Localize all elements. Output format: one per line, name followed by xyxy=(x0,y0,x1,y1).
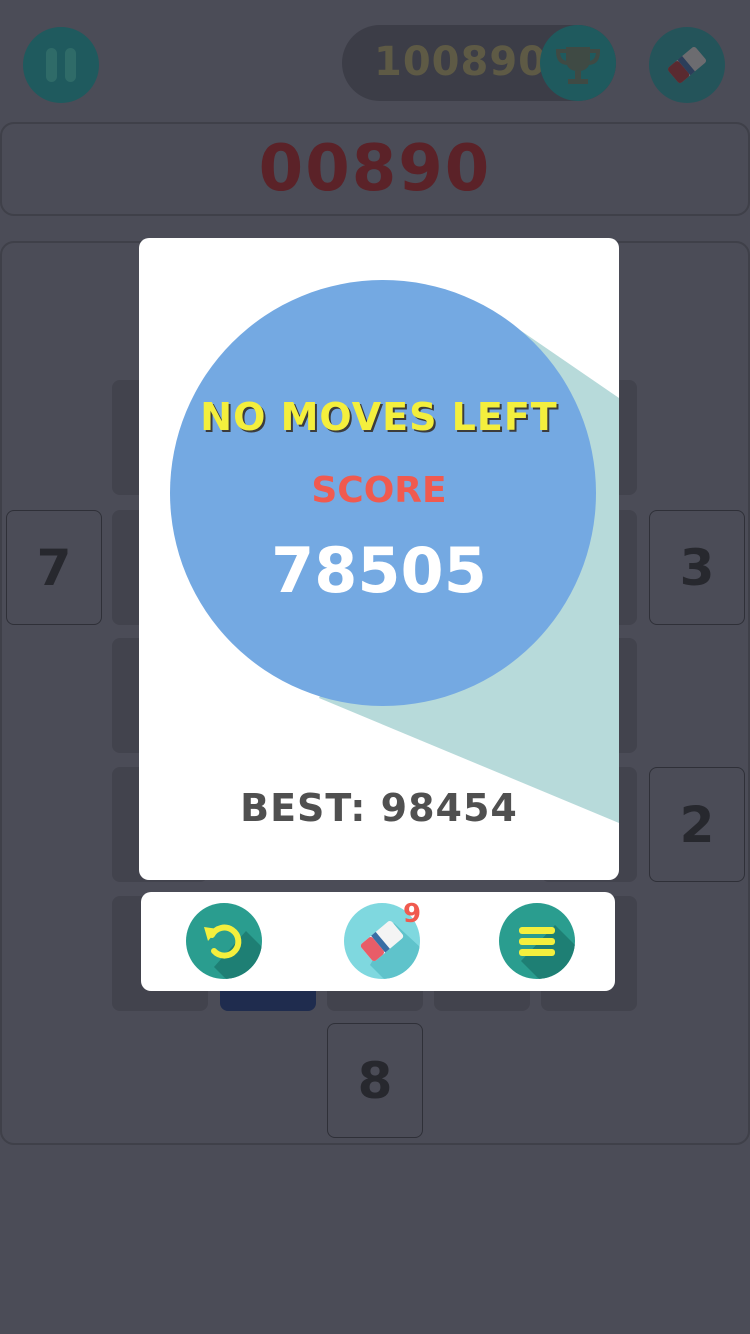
trophy-icon xyxy=(555,47,601,84)
best-score-text: BEST: 98454 xyxy=(240,786,518,830)
trophy-button[interactable] xyxy=(540,25,616,101)
no-moves-title: NO MOVES LEFT xyxy=(200,395,558,439)
pause-button[interactable] xyxy=(23,27,99,103)
best-total-value: 100890 xyxy=(374,39,547,85)
menu-icon xyxy=(519,925,575,979)
eraser-count-badge: 9 xyxy=(403,899,422,929)
restart-icon xyxy=(204,924,262,979)
score-label: SCORE xyxy=(311,470,447,511)
final-score: 78505 xyxy=(271,534,487,607)
eraser-button-top[interactable] xyxy=(649,27,725,103)
side-tile-right-top[interactable]: 3 xyxy=(649,510,745,625)
action-bar: 9 xyxy=(141,892,615,991)
side-tile-left[interactable]: 7 xyxy=(6,510,102,625)
side-tile-bottom[interactable]: 8 xyxy=(327,1023,423,1138)
eraser-icon xyxy=(668,46,706,84)
restart-button[interactable] xyxy=(186,903,262,979)
best-total-pill: 100890 xyxy=(342,25,616,101)
current-score-value: 00890 xyxy=(258,132,492,206)
side-tile-right-bottom[interactable]: 2 xyxy=(649,767,745,882)
game-over-card: NO MOVES LEFT SCORE 78505 BEST: 98454 xyxy=(139,238,619,880)
menu-button[interactable] xyxy=(499,903,575,979)
current-score-panel: 00890 xyxy=(0,122,750,216)
